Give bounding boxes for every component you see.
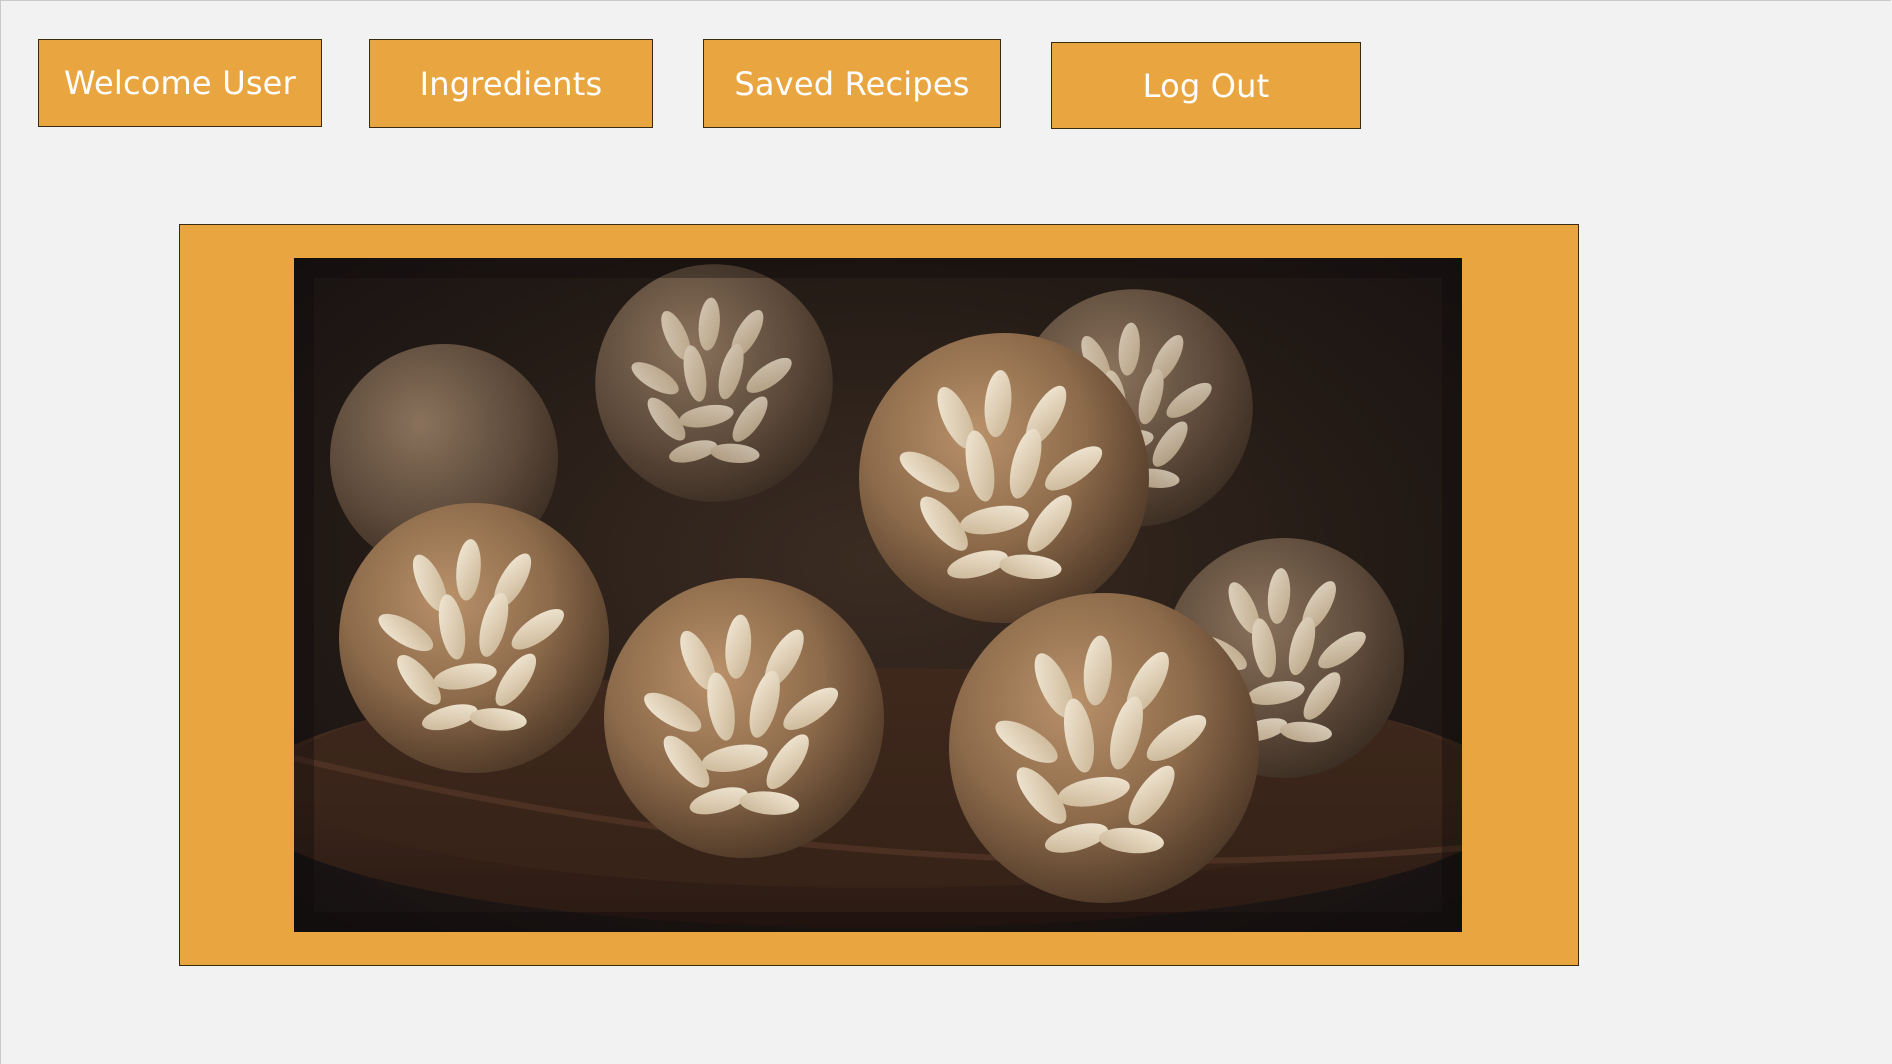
log-out-button[interactable]: Log Out [1051,42,1361,129]
ingredients-button[interactable]: Ingredients [369,39,653,128]
hero-image-frame [179,224,1579,966]
pine-nut-cookies-image [294,258,1462,932]
hero-photo [294,258,1462,932]
welcome-user-button[interactable]: Welcome User [38,39,322,127]
saved-recipes-button[interactable]: Saved Recipes [703,39,1001,128]
app-page: Welcome User Ingredients Saved Recipes L… [0,0,1891,1064]
